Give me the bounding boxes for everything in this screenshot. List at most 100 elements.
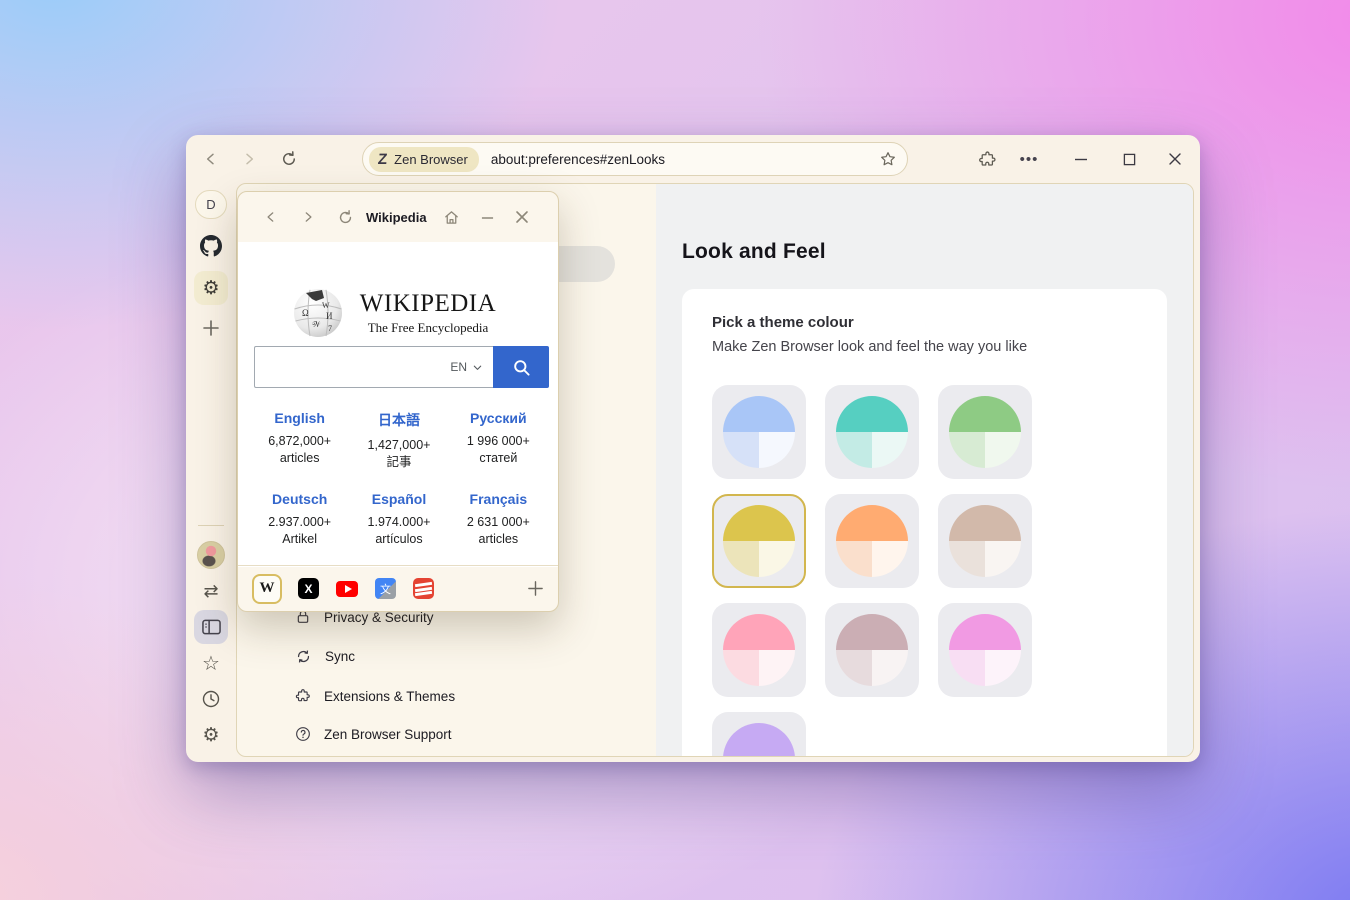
wikipedia-search-input[interactable]: EN (254, 346, 493, 388)
wikipedia-tagline: The Free Encyclopedia (354, 320, 502, 336)
swatch-circle (723, 396, 795, 468)
svg-text:Ω: Ω (302, 308, 309, 318)
theme-swatch-blue[interactable] (712, 385, 806, 479)
theme-swatch-green[interactable] (938, 385, 1032, 479)
chevron-left-icon (264, 210, 278, 224)
swatch-circle (723, 614, 795, 686)
theme-swatch-mauve[interactable] (825, 603, 919, 697)
settings-button[interactable]: ⚙ (194, 718, 228, 752)
language-link[interactable]: Русский 1 996 000+статей (449, 410, 548, 471)
maximize-window-button[interactable] (1114, 144, 1144, 174)
panel-back-button[interactable] (258, 204, 284, 230)
panel-reload-button[interactable] (332, 204, 358, 230)
language-link[interactable]: English 6,872,000+articles (250, 410, 349, 471)
close-window-button[interactable] (1160, 144, 1190, 174)
youtube-play-icon (345, 585, 352, 593)
theme-section-title: Pick a theme colour (712, 314, 854, 331)
avatar (197, 541, 225, 569)
add-quick-site-button[interactable] (527, 580, 544, 597)
extensions-button[interactable] (972, 144, 1002, 174)
language-link[interactable]: Deutsch 2.937.000+Artikel (250, 491, 349, 548)
theme-swatch-purple[interactable] (712, 712, 806, 757)
quick-site-x[interactable]: X (298, 578, 319, 599)
swatch-circle (949, 505, 1021, 577)
wikipedia-search-button[interactable] (493, 346, 549, 388)
chevron-right-icon (241, 151, 257, 167)
wikipedia-logo-block: Ω W И 𝒲 7 WIKIPEDIA The Free Encyclopedi… (238, 284, 558, 342)
history-button[interactable] (194, 682, 228, 716)
theme-swatch-orange[interactable] (825, 494, 919, 588)
web-panel-window[interactable]: Wikipedia (237, 191, 559, 612)
wikipedia-globe-icon: Ω W И 𝒲 7 (292, 285, 344, 339)
url-text[interactable]: about:preferences#zenLooks (491, 152, 665, 167)
search-icon (512, 358, 531, 377)
language-link[interactable]: Español 1.974.000+artículos (349, 491, 448, 548)
wikipedia-wordmark: WIKIPEDIA (354, 290, 502, 318)
minimize-window-button[interactable] (1066, 144, 1096, 174)
pinned-tab-settings-active[interactable]: ⚙ (194, 271, 228, 305)
panel-minimize-button[interactable] (475, 204, 501, 230)
github-icon (200, 235, 222, 257)
settings-nav-label: Sync (325, 649, 355, 664)
language-selector[interactable]: EN (450, 360, 467, 374)
site-identity-badge[interactable]: Z Zen Browser (369, 147, 479, 172)
ellipsis-icon: ••• (1020, 151, 1039, 168)
theme-swatch-teal[interactable] (825, 385, 919, 479)
svg-text:W: W (322, 301, 330, 310)
browser-toolbar: Z Zen Browser about:preferences#zenLooks… (186, 135, 1200, 183)
swatch-circle (836, 396, 908, 468)
bookmark-star-icon[interactable] (879, 150, 897, 168)
theme-section-subtitle: Make Zen Browser look and feel the way y… (712, 339, 1027, 355)
app-menu-button[interactable]: ••• (1014, 144, 1044, 174)
new-tab-button[interactable] (194, 311, 228, 345)
wikipedia-page: Ω W И 𝒲 7 WIKIPEDIA The Free Encyclopedi… (238, 242, 558, 567)
gear-icon: ⚙ (202, 277, 219, 299)
quick-site-todoist[interactable] (413, 578, 434, 599)
workspace-switcher-button[interactable]: ⇄ (194, 574, 228, 608)
gear-icon: ⚙ (202, 724, 219, 746)
swap-arrows-icon: ⇄ (203, 581, 218, 602)
settings-nav-support[interactable]: Zen Browser Support (295, 719, 452, 749)
panel-home-button[interactable] (439, 204, 465, 230)
close-icon (1168, 152, 1182, 166)
workspace-indicator[interactable]: D (195, 190, 227, 219)
bookmarks-button[interactable]: ☆ (194, 646, 228, 680)
web-panel-header[interactable]: Wikipedia (238, 192, 558, 242)
wikipedia-language-grid: English 6,872,000+articles 日本語 1,427,000… (250, 410, 548, 548)
quick-site-wikipedia-active[interactable]: W (252, 574, 282, 604)
url-bar[interactable]: Z Zen Browser about:preferences#zenLooks (362, 142, 908, 176)
reload-button[interactable] (274, 144, 304, 174)
theme-swatch-tan[interactable] (938, 494, 1032, 588)
svg-text:𝒲: 𝒲 (312, 320, 321, 329)
settings-nav-label: Extensions & Themes (324, 689, 455, 704)
web-panel-quick-sites: W X 文 (238, 565, 558, 611)
theme-colour-grid (712, 385, 1032, 757)
sidebar-divider (198, 525, 224, 526)
panel-forward-button[interactable] (295, 204, 321, 230)
theme-swatch-orchid[interactable] (938, 603, 1032, 697)
theme-swatch-yellow[interactable] (712, 494, 806, 588)
zen-logo-icon: Z (377, 152, 388, 167)
swatch-circle (723, 505, 795, 577)
quick-site-youtube[interactable] (336, 581, 358, 597)
settings-nav-extensions[interactable]: Extensions & Themes (295, 681, 455, 711)
panel-close-button[interactable] (509, 204, 535, 230)
swatch-circle (949, 614, 1021, 686)
profile-avatar[interactable] (194, 538, 228, 572)
swatch-circle (836, 614, 908, 686)
toggle-sidebar-button[interactable] (194, 610, 228, 644)
theme-swatch-pink[interactable] (712, 603, 806, 697)
svg-text:И: И (326, 311, 333, 321)
forward-button[interactable] (234, 144, 264, 174)
quick-site-google-translate[interactable]: 文 (375, 578, 396, 599)
language-link[interactable]: Français 2 631 000+articles (449, 491, 548, 548)
language-link[interactable]: 日本語 1,427,000+記事 (349, 410, 448, 471)
swatch-circle (836, 505, 908, 577)
back-button[interactable] (196, 144, 226, 174)
page-title: Look and Feel (682, 240, 826, 264)
chevron-down-icon (472, 362, 483, 373)
minimize-icon (481, 211, 494, 224)
pinned-tab-github[interactable] (194, 229, 228, 263)
sidebar-layout-icon (202, 619, 221, 635)
settings-nav-sync[interactable]: Sync (295, 641, 355, 671)
